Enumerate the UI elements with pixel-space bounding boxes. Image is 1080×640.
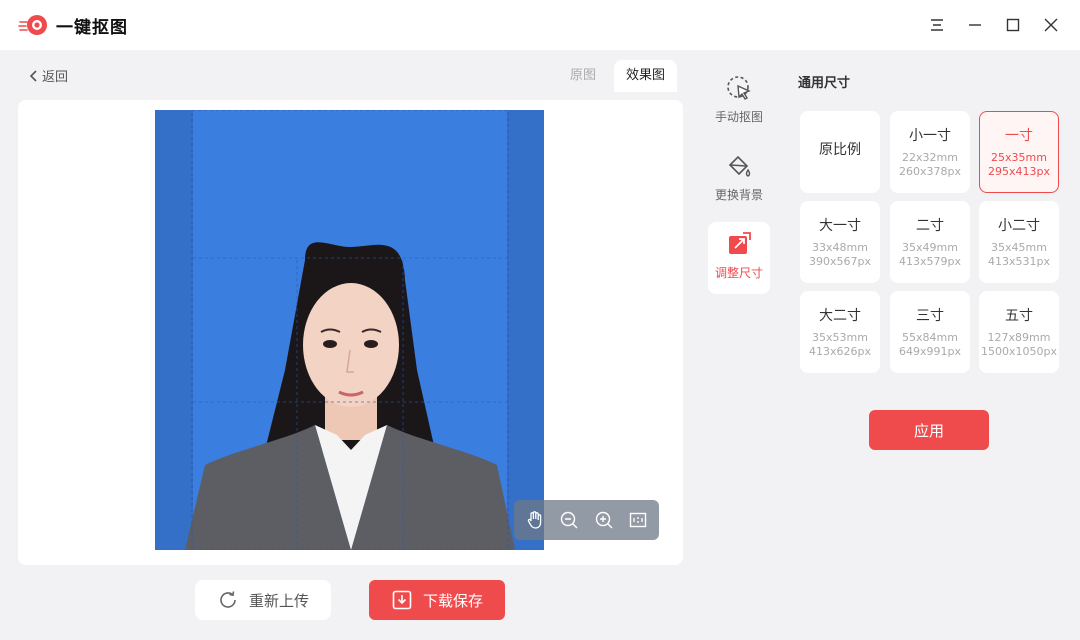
resize-icon bbox=[729, 232, 751, 254]
size-panel-title: 通用尺寸 bbox=[798, 76, 851, 91]
tab-original[interactable]: 原图 bbox=[558, 60, 608, 92]
fit-screen-icon[interactable] bbox=[626, 508, 650, 532]
size-option-large-2inch[interactable]: 大二寸 35x53mm 413x626px bbox=[800, 291, 880, 373]
menu-icon[interactable] bbox=[924, 12, 950, 38]
reupload-button[interactable]: 重新上传 bbox=[195, 580, 331, 620]
size-option-mm: 33x48mm bbox=[812, 241, 868, 254]
tool-resize[interactable]: 调整尺寸 bbox=[708, 222, 770, 294]
size-option-1inch[interactable]: 一寸 25x35mm 295x413px bbox=[979, 111, 1059, 193]
title-bar: 一键抠图 bbox=[0, 0, 1080, 50]
size-option-px: 260x378px bbox=[899, 165, 961, 178]
portrait-image bbox=[155, 110, 544, 550]
tab-effect[interactable]: 效果图 bbox=[614, 60, 678, 92]
size-option-2inch[interactable]: 二寸 35x49mm 413x579px bbox=[890, 201, 970, 283]
maximize-icon[interactable] bbox=[1000, 12, 1026, 38]
tool-change-background-label: 更换背景 bbox=[714, 188, 763, 202]
download-icon bbox=[392, 590, 412, 610]
download-label: 下载保存 bbox=[422, 591, 483, 610]
hand-pan-icon[interactable] bbox=[523, 508, 547, 532]
size-option-mm: 127x89mm bbox=[987, 331, 1051, 344]
paint-bucket-icon bbox=[728, 155, 751, 177]
app-logo-icon bbox=[18, 15, 47, 35]
size-option-3inch[interactable]: 三寸 55x84mm 649x991px bbox=[890, 291, 970, 373]
size-option-px: 413x531px bbox=[988, 255, 1050, 268]
result-photo[interactable] bbox=[155, 110, 544, 550]
tool-resize-label: 调整尺寸 bbox=[714, 266, 763, 280]
size-option-name: 一寸 bbox=[1005, 128, 1033, 144]
chevron-left-icon bbox=[29, 69, 37, 82]
size-option-name: 小一寸 bbox=[909, 128, 951, 144]
size-option-large-1inch[interactable]: 大一寸 33x48mm 390x567px bbox=[800, 201, 880, 283]
size-option-name: 大二寸 bbox=[819, 308, 861, 324]
zoom-out-icon[interactable] bbox=[557, 508, 581, 532]
size-option-name: 小二寸 bbox=[998, 218, 1040, 234]
download-save-button[interactable]: 下载保存 bbox=[369, 580, 505, 620]
size-option-px: 295x413px bbox=[988, 165, 1050, 178]
size-option-small-2inch[interactable]: 小二寸 35x45mm 413x531px bbox=[979, 201, 1059, 283]
refresh-icon bbox=[220, 591, 236, 608]
tool-change-background[interactable]: 更换背景 bbox=[708, 144, 770, 216]
size-option-px: 413x626px bbox=[809, 345, 871, 358]
tool-manual-cutout[interactable]: 手动抠图 bbox=[708, 66, 770, 138]
size-option-mm: 35x53mm bbox=[812, 331, 868, 344]
back-button[interactable]: 返回 bbox=[28, 66, 68, 85]
size-option-px: 413x579px bbox=[899, 255, 961, 268]
size-option-mm: 22x32mm bbox=[902, 151, 958, 164]
size-option-mm: 55x84mm bbox=[902, 331, 958, 344]
size-option-original[interactable]: 原比例 bbox=[800, 111, 880, 193]
size-option-mm: 35x49mm bbox=[902, 241, 958, 254]
size-option-mm: 25x35mm bbox=[991, 151, 1047, 164]
app-title: 一键抠图 bbox=[56, 18, 128, 38]
size-option-name: 大一寸 bbox=[819, 218, 861, 234]
close-icon[interactable] bbox=[1038, 12, 1064, 38]
back-label: 返回 bbox=[42, 70, 69, 85]
size-option-px: 390x567px bbox=[809, 255, 871, 268]
size-option-px: 649x991px bbox=[899, 345, 961, 358]
size-option-mm: 35x45mm bbox=[991, 241, 1047, 254]
size-option-name: 三寸 bbox=[916, 308, 944, 324]
size-option-small-1inch[interactable]: 小一寸 22x32mm 260x378px bbox=[890, 111, 970, 193]
zoom-in-icon[interactable] bbox=[592, 508, 616, 532]
size-option-name: 五寸 bbox=[1005, 308, 1033, 324]
size-option-name: 原比例 bbox=[819, 142, 861, 158]
manual-cutout-icon bbox=[727, 76, 751, 100]
size-option-px: 1500x1050px bbox=[981, 345, 1057, 358]
size-option-name: 二寸 bbox=[916, 218, 944, 234]
reupload-label: 重新上传 bbox=[248, 591, 309, 610]
zoom-toolbar bbox=[514, 500, 659, 540]
apply-button[interactable]: 应用 bbox=[869, 410, 989, 450]
size-option-5inch[interactable]: 五寸 127x89mm 1500x1050px bbox=[979, 291, 1059, 373]
tool-manual-cutout-label: 手动抠图 bbox=[714, 110, 763, 124]
minimize-icon[interactable] bbox=[962, 12, 988, 38]
